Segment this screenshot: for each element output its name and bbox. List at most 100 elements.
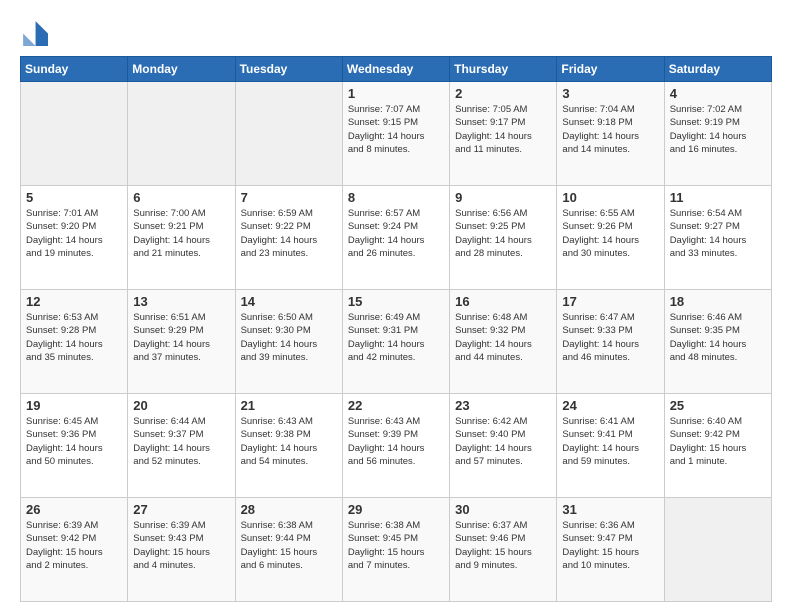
day-number: 6 (133, 190, 229, 205)
calendar-cell: 8 Sunrise: 6:57 AM Sunset: 9:24 PM Daylig… (342, 186, 449, 290)
day-number: 28 (241, 502, 337, 517)
day-number: 22 (348, 398, 444, 413)
day-number: 14 (241, 294, 337, 309)
calendar-week-row: 12 Sunrise: 6:53 AM Sunset: 9:28 PM Dayli… (21, 290, 772, 394)
calendar-cell (21, 82, 128, 186)
calendar-cell: 29 Sunrise: 6:38 AM Sunset: 9:45 PM Dayli… (342, 498, 449, 602)
weekday-header-row: SundayMondayTuesdayWednesdayThursdayFrid… (21, 57, 772, 82)
day-info: Sunrise: 6:43 AM Sunset: 9:39 PM Dayligh… (348, 415, 444, 468)
day-info: Sunrise: 6:38 AM Sunset: 9:45 PM Dayligh… (348, 519, 444, 572)
day-number: 31 (562, 502, 658, 517)
day-number: 15 (348, 294, 444, 309)
day-info: Sunrise: 7:01 AM Sunset: 9:20 PM Dayligh… (26, 207, 122, 260)
day-number: 26 (26, 502, 122, 517)
calendar-cell: 4Sunrise: 7:02 AM Sunset: 9:19 PM Daylig… (664, 82, 771, 186)
calendar-cell: 1 Sunrise: 7:07 AM Sunset: 9:15 PM Daylig… (342, 82, 449, 186)
day-info: Sunrise: 6:39 AM Sunset: 9:43 PM Dayligh… (133, 519, 229, 572)
calendar-cell: 11 Sunrise: 6:54 AM Sunset: 9:27 PM Dayli… (664, 186, 771, 290)
day-number: 7 (241, 190, 337, 205)
day-info: Sunrise: 6:59 AM Sunset: 9:22 PM Dayligh… (241, 207, 337, 260)
day-number: 29 (348, 502, 444, 517)
day-info: Sunrise: 6:54 AM Sunset: 9:27 PM Dayligh… (670, 207, 766, 260)
day-info: Sunrise: 6:51 AM Sunset: 9:29 PM Dayligh… (133, 311, 229, 364)
day-info: Sunrise: 6:47 AM Sunset: 9:33 PM Dayligh… (562, 311, 658, 364)
calendar-cell: 24Sunrise: 6:41 AM Sunset: 9:41 PM Dayli… (557, 394, 664, 498)
calendar-cell: 18 Sunrise: 6:46 AM Sunset: 9:35 PM Dayli… (664, 290, 771, 394)
day-info: Sunrise: 6:40 AM Sunset: 9:42 PM Dayligh… (670, 415, 766, 468)
page: SundayMondayTuesdayWednesdayThursdayFrid… (0, 0, 792, 612)
day-info: Sunrise: 7:05 AM Sunset: 9:17 PM Dayligh… (455, 103, 551, 156)
calendar-cell: 14 Sunrise: 6:50 AM Sunset: 9:30 PM Dayli… (235, 290, 342, 394)
weekday-header: Wednesday (342, 57, 449, 82)
calendar-week-row: 1 Sunrise: 7:07 AM Sunset: 9:15 PM Daylig… (21, 82, 772, 186)
logo (20, 18, 52, 46)
day-info: Sunrise: 6:50 AM Sunset: 9:30 PM Dayligh… (241, 311, 337, 364)
day-number: 8 (348, 190, 444, 205)
day-number: 17 (562, 294, 658, 309)
calendar-week-row: 19Sunrise: 6:45 AM Sunset: 9:36 PM Dayli… (21, 394, 772, 498)
calendar-cell: 20 Sunrise: 6:44 AM Sunset: 9:37 PM Dayli… (128, 394, 235, 498)
calendar-cell: 31Sunrise: 6:36 AM Sunset: 9:47 PM Dayli… (557, 498, 664, 602)
calendar-cell: 27 Sunrise: 6:39 AM Sunset: 9:43 PM Dayli… (128, 498, 235, 602)
day-info: Sunrise: 7:07 AM Sunset: 9:15 PM Dayligh… (348, 103, 444, 156)
weekday-header: Sunday (21, 57, 128, 82)
calendar-cell: 28 Sunrise: 6:38 AM Sunset: 9:44 PM Dayli… (235, 498, 342, 602)
calendar-cell: 3 Sunrise: 7:04 AM Sunset: 9:18 PM Daylig… (557, 82, 664, 186)
day-number: 27 (133, 502, 229, 517)
day-info: Sunrise: 6:48 AM Sunset: 9:32 PM Dayligh… (455, 311, 551, 364)
day-number: 30 (455, 502, 551, 517)
day-number: 16 (455, 294, 551, 309)
day-info: Sunrise: 6:42 AM Sunset: 9:40 PM Dayligh… (455, 415, 551, 468)
day-number: 18 (670, 294, 766, 309)
header (20, 18, 772, 46)
weekday-header: Saturday (664, 57, 771, 82)
calendar-cell: 13Sunrise: 6:51 AM Sunset: 9:29 PM Dayli… (128, 290, 235, 394)
day-number: 21 (241, 398, 337, 413)
calendar-cell (128, 82, 235, 186)
calendar-cell: 6 Sunrise: 7:00 AM Sunset: 9:21 PM Daylig… (128, 186, 235, 290)
day-info: Sunrise: 6:41 AM Sunset: 9:41 PM Dayligh… (562, 415, 658, 468)
calendar-cell: 12 Sunrise: 6:53 AM Sunset: 9:28 PM Dayli… (21, 290, 128, 394)
day-number: 9 (455, 190, 551, 205)
day-number: 11 (670, 190, 766, 205)
calendar-cell (664, 498, 771, 602)
day-info: Sunrise: 7:00 AM Sunset: 9:21 PM Dayligh… (133, 207, 229, 260)
day-number: 3 (562, 86, 658, 101)
weekday-header: Friday (557, 57, 664, 82)
day-info: Sunrise: 6:55 AM Sunset: 9:26 PM Dayligh… (562, 207, 658, 260)
day-info: Sunrise: 6:44 AM Sunset: 9:37 PM Dayligh… (133, 415, 229, 468)
calendar-cell: 10Sunrise: 6:55 AM Sunset: 9:26 PM Dayli… (557, 186, 664, 290)
weekday-header: Thursday (450, 57, 557, 82)
day-info: Sunrise: 6:57 AM Sunset: 9:24 PM Dayligh… (348, 207, 444, 260)
day-info: Sunrise: 6:39 AM Sunset: 9:42 PM Dayligh… (26, 519, 122, 572)
calendar-cell: 21Sunrise: 6:43 AM Sunset: 9:38 PM Dayli… (235, 394, 342, 498)
day-info: Sunrise: 6:49 AM Sunset: 9:31 PM Dayligh… (348, 311, 444, 364)
calendar-week-row: 26 Sunrise: 6:39 AM Sunset: 9:42 PM Dayli… (21, 498, 772, 602)
day-number: 4 (670, 86, 766, 101)
day-number: 2 (455, 86, 551, 101)
logo-icon (20, 18, 48, 46)
calendar-cell: 5 Sunrise: 7:01 AM Sunset: 9:20 PM Daylig… (21, 186, 128, 290)
day-info: Sunrise: 6:46 AM Sunset: 9:35 PM Dayligh… (670, 311, 766, 364)
calendar-cell: 23 Sunrise: 6:42 AM Sunset: 9:40 PM Dayli… (450, 394, 557, 498)
calendar-cell: 30Sunrise: 6:37 AM Sunset: 9:46 PM Dayli… (450, 498, 557, 602)
day-number: 1 (348, 86, 444, 101)
day-info: Sunrise: 7:04 AM Sunset: 9:18 PM Dayligh… (562, 103, 658, 156)
calendar-week-row: 5 Sunrise: 7:01 AM Sunset: 9:20 PM Daylig… (21, 186, 772, 290)
day-number: 19 (26, 398, 122, 413)
calendar-cell: 15 Sunrise: 6:49 AM Sunset: 9:31 PM Dayli… (342, 290, 449, 394)
day-number: 12 (26, 294, 122, 309)
day-number: 23 (455, 398, 551, 413)
day-info: Sunrise: 6:38 AM Sunset: 9:44 PM Dayligh… (241, 519, 337, 572)
day-info: Sunrise: 6:53 AM Sunset: 9:28 PM Dayligh… (26, 311, 122, 364)
day-number: 25 (670, 398, 766, 413)
day-number: 5 (26, 190, 122, 205)
calendar-cell (235, 82, 342, 186)
calendar-cell: 2 Sunrise: 7:05 AM Sunset: 9:17 PM Daylig… (450, 82, 557, 186)
calendar-cell: 25 Sunrise: 6:40 AM Sunset: 9:42 PM Dayli… (664, 394, 771, 498)
calendar-cell: 9Sunrise: 6:56 AM Sunset: 9:25 PM Daylig… (450, 186, 557, 290)
calendar-cell: 7 Sunrise: 6:59 AM Sunset: 9:22 PM Daylig… (235, 186, 342, 290)
calendar-cell: 26 Sunrise: 6:39 AM Sunset: 9:42 PM Dayli… (21, 498, 128, 602)
calendar-cell: 19Sunrise: 6:45 AM Sunset: 9:36 PM Dayli… (21, 394, 128, 498)
day-number: 20 (133, 398, 229, 413)
